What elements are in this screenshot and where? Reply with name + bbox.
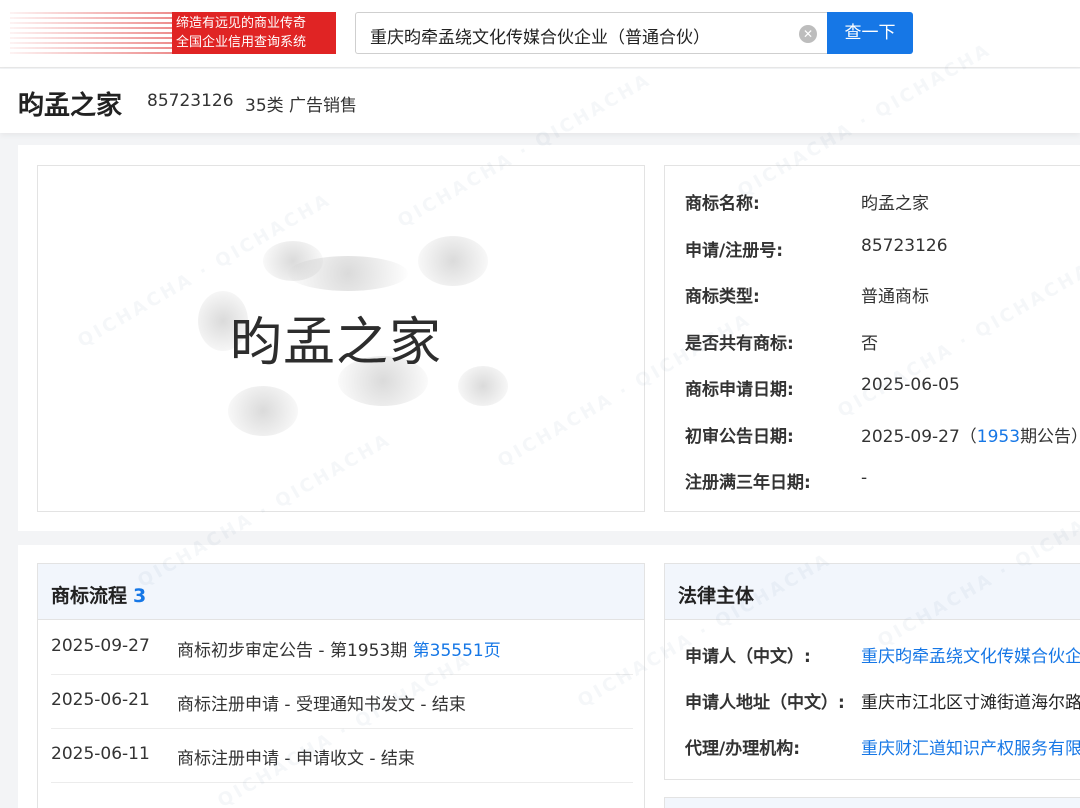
legal-label: 申请人地址（中文）:	[685, 693, 845, 713]
flow-event: 商标初步审定公告 - 第1953期 第35551页	[177, 636, 501, 661]
flow-count: 3	[133, 585, 147, 607]
next-section-box	[664, 797, 1080, 808]
logo-line-1: 缔造有远见的商业传奇	[176, 16, 307, 31]
flow-title-text: 商标流程	[51, 585, 128, 607]
info-value: 2025-09-27（1953期公告）	[861, 422, 1080, 447]
agency-link[interactable]: 重庆财汇道知识产权服务有限	[861, 734, 1080, 759]
flow-date: 2025-06-11	[51, 744, 150, 764]
legal-title: 法律主体	[678, 585, 755, 607]
info-value: -	[861, 468, 868, 488]
info-label: 商标申请日期:	[685, 380, 794, 400]
info-value: 否	[861, 334, 878, 354]
flow-page-link[interactable]: 第35551页	[413, 641, 501, 661]
flow-date: 2025-09-27	[51, 636, 150, 656]
search-button[interactable]: 查一下	[827, 12, 913, 54]
info-value: 昀孟之家	[861, 194, 929, 214]
info-label: 商标名称:	[685, 194, 760, 214]
search-input[interactable]: 重庆昀牵孟绕文化传媒合伙企业（普通合伙） ✕	[355, 12, 827, 54]
site-logo[interactable]: 缔造有远见的商业传奇 全国企业信用查询系统	[10, 12, 336, 54]
info-value: 普通商标	[861, 287, 929, 307]
flow-row: 2025-06-21 商标注册申请 - 受理通知书发文 - 结束	[51, 675, 633, 729]
applicant-link[interactable]: 重庆昀牵孟绕文化传媒合伙企	[861, 642, 1080, 667]
flow-event: 商标注册申请 - 申请收文 - 结束	[177, 749, 415, 769]
legal-header: 法律主体	[665, 564, 1080, 620]
legal-label: 申请人（中文）:	[685, 647, 811, 667]
info-value: 85723126	[861, 236, 948, 256]
flow-title: 商标流程 3	[51, 581, 146, 608]
flow-event-text: 商标初步审定公告 - 第1953期	[177, 641, 408, 661]
registration-number: 85723126	[147, 91, 234, 111]
flow-date: 2025-06-21	[51, 690, 150, 710]
legal-entity-box: 法律主体 申请人（中文）: 重庆昀牵孟绕文化传媒合伙企 申请人地址（中文）: 重…	[664, 563, 1080, 780]
clear-icon[interactable]: ✕	[799, 25, 817, 43]
legal-label: 代理/办理机构:	[685, 739, 801, 759]
flow-event: 商标注册申请 - 受理通知书发文 - 结束	[177, 695, 466, 715]
top-bar: 缔造有远见的商业传奇 全国企业信用查询系统 重庆昀牵孟绕文化传媒合伙企业（普通合…	[0, 0, 1080, 68]
page-title: 昀孟之家	[18, 91, 123, 121]
info-label: 初审公告日期:	[685, 427, 794, 447]
flow-row: 2025-09-27 商标初步审定公告 - 第1953期 第35551页	[51, 621, 633, 675]
trademark-image-text: 昀孟之家	[230, 313, 443, 373]
trademark-info-box: 商标名称: 昀孟之家 申请/注册号: 85723126 商标类型: 普通商标 是…	[664, 165, 1080, 512]
announce-suffix: 期公告）	[1020, 427, 1080, 447]
info-value: 2025-06-05	[861, 375, 960, 395]
announce-issue-link[interactable]: 1953	[977, 427, 1020, 447]
applicant-address: 重庆市江北区寸滩街道海尔路	[861, 693, 1080, 713]
flow-header: 商标流程 3	[38, 564, 644, 620]
trademark-class: 35类 广告销售	[245, 96, 358, 116]
info-label: 是否共有商标:	[685, 334, 794, 354]
trademark-title-bar: 昀孟之家 85723126 35类 广告销售	[0, 69, 1080, 133]
info-label: 申请/注册号:	[685, 241, 784, 261]
trademark-flow-box: 商标流程 3 2025-09-27 商标初步审定公告 - 第1953期 第3555…	[37, 563, 645, 808]
info-label: 商标类型:	[685, 287, 760, 307]
logo-stripes	[10, 12, 180, 54]
flow-row: 2025-06-11 商标注册申请 - 申请收文 - 结束	[51, 729, 633, 783]
trademark-image[interactable]: 昀孟之家	[37, 165, 645, 512]
logo-line-2: 全国企业信用查询系统	[176, 35, 307, 50]
announce-date: 2025-09-27（	[861, 427, 977, 447]
search-input-value[interactable]: 重庆昀牵孟绕文化传媒合伙企业（普通合伙）	[370, 23, 710, 48]
logo-slogan: 缔造有远见的商业传奇 全国企业信用查询系统	[172, 12, 336, 54]
info-label: 注册满三年日期:	[685, 473, 811, 493]
